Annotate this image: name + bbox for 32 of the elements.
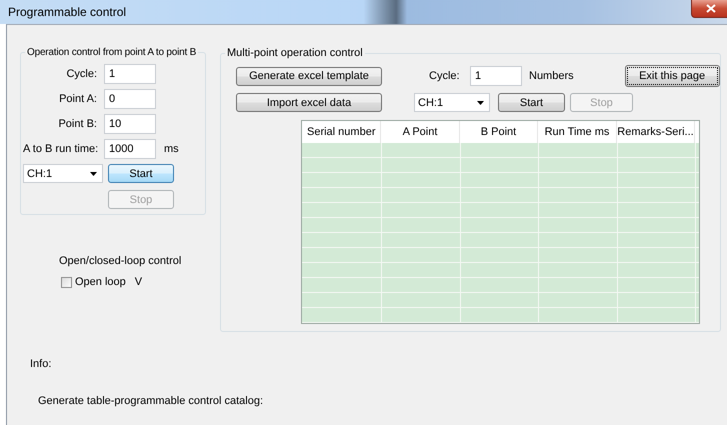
close-icon	[706, 4, 716, 13]
field-label: Point A:	[58, 93, 97, 105]
checkbox-label: Open loop	[75, 276, 126, 288]
window-title: Programmable control	[8, 5, 126, 19]
checkbox[interactable]	[61, 276, 72, 288]
button[interactable]: Start	[108, 164, 174, 183]
field-label: A to B run time:	[23, 143, 97, 155]
button[interactable]: Start	[498, 93, 565, 112]
input-field[interactable]: 10	[104, 114, 156, 134]
catalog-label: Generate table-programmable control catalog:	[38, 395, 264, 407]
field-label: Cycle:	[429, 70, 461, 82]
input-field[interactable]: 0	[104, 89, 156, 109]
info-label: Info:	[30, 358, 52, 370]
caret-icon	[90, 172, 97, 176]
close-button[interactable]	[691, 0, 727, 18]
unit-label: Numbers	[529, 70, 574, 82]
unit-label: V	[134, 276, 142, 288]
field-label: Point B:	[57, 118, 97, 130]
group-title: Multi-point operation control	[226, 47, 364, 59]
input-field[interactable]: 1	[470, 66, 522, 86]
input-field[interactable]: 1000	[104, 139, 156, 159]
button[interactable]: Exit this page	[624, 65, 720, 87]
input-field[interactable]: 1	[104, 64, 156, 84]
channel-dropdown[interactable]: CH:1	[23, 164, 103, 183]
button[interactable]: Generate excel template	[236, 66, 382, 86]
field-label: Cycle:	[65, 68, 97, 80]
channel-dropdown[interactable]: CH:1	[414, 93, 490, 112]
group-title: Operation control from point A to point B	[26, 47, 198, 58]
caret-icon	[477, 100, 484, 104]
button[interactable]: Import excel data	[236, 93, 382, 112]
section-title: Open/closed-loop control	[59, 255, 182, 267]
unit-label: ms	[164, 143, 179, 155]
